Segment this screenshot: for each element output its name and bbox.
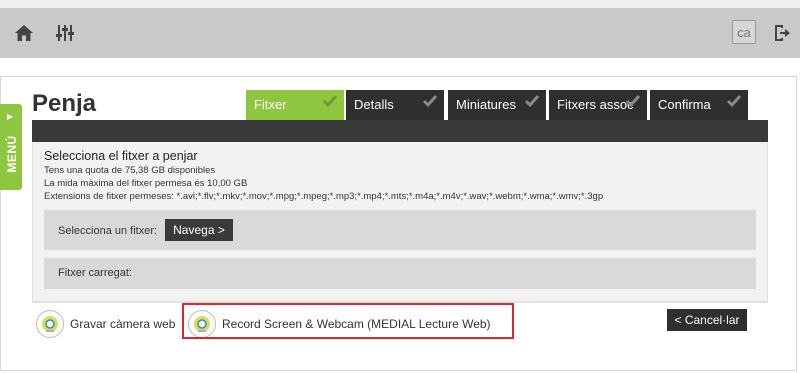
check-icon bbox=[422, 93, 438, 112]
loaded-file-label: Fitxer carregat: bbox=[58, 267, 132, 279]
menu-label: MENÚ bbox=[5, 135, 19, 173]
tab-detalls[interactable]: Detalls bbox=[346, 90, 444, 120]
check-icon bbox=[322, 93, 338, 112]
max-size-text: La mida màxima del fitxer permesa és 10,… bbox=[44, 178, 248, 189]
webcam-icon bbox=[36, 309, 64, 338]
logout-icon[interactable] bbox=[770, 21, 794, 45]
tab-miniatures[interactable]: Miniatures bbox=[448, 90, 546, 120]
tab-label: Detalls bbox=[354, 97, 394, 112]
sliders-icon[interactable] bbox=[53, 21, 77, 45]
browse-button[interactable]: Navega > bbox=[165, 219, 233, 241]
tab-content-header bbox=[32, 120, 768, 142]
check-icon bbox=[524, 93, 540, 112]
home-icon[interactable] bbox=[12, 21, 36, 45]
cancel-button[interactable]: < Cancel·lar bbox=[667, 309, 747, 331]
highlight-frame bbox=[182, 303, 514, 339]
tab-confirma[interactable]: Confirma bbox=[650, 90, 748, 120]
caret-right-icon: ▶ bbox=[7, 112, 14, 121]
loaded-file-box bbox=[44, 258, 756, 289]
tab-label: Fitxer bbox=[254, 97, 287, 112]
select-file-label: Selecciona un fitxer: bbox=[58, 225, 158, 237]
tab-label: Miniatures bbox=[456, 97, 516, 112]
quota-text: Tens una quota de 75,38 GB disponibles bbox=[44, 165, 216, 176]
language-selector[interactable]: ca bbox=[732, 20, 756, 44]
tab-label: Confirma bbox=[658, 97, 711, 112]
top-bar: ca bbox=[0, 8, 800, 58]
tab-fitxer[interactable]: Fitxer bbox=[246, 90, 344, 120]
record-webcam-button[interactable]: Gravar càmera web bbox=[36, 307, 175, 340]
menu-toggle[interactable]: ▶ MENÚ bbox=[0, 104, 22, 190]
top-strip bbox=[0, 0, 800, 8]
check-icon bbox=[625, 93, 641, 112]
page-title: Penja bbox=[32, 90, 97, 117]
check-icon bbox=[726, 93, 742, 112]
tab-fitxers-assoc[interactable]: Fitxers assoc bbox=[549, 90, 647, 120]
record-webcam-label: Gravar càmera web bbox=[70, 316, 176, 331]
extensions-text: Extensions de fitxer permeses: *.avi;*.f… bbox=[44, 191, 604, 202]
tab-label: Fitxers assoc bbox=[557, 97, 634, 112]
upload-heading: Selecciona el fitxer a penjar bbox=[44, 149, 198, 163]
